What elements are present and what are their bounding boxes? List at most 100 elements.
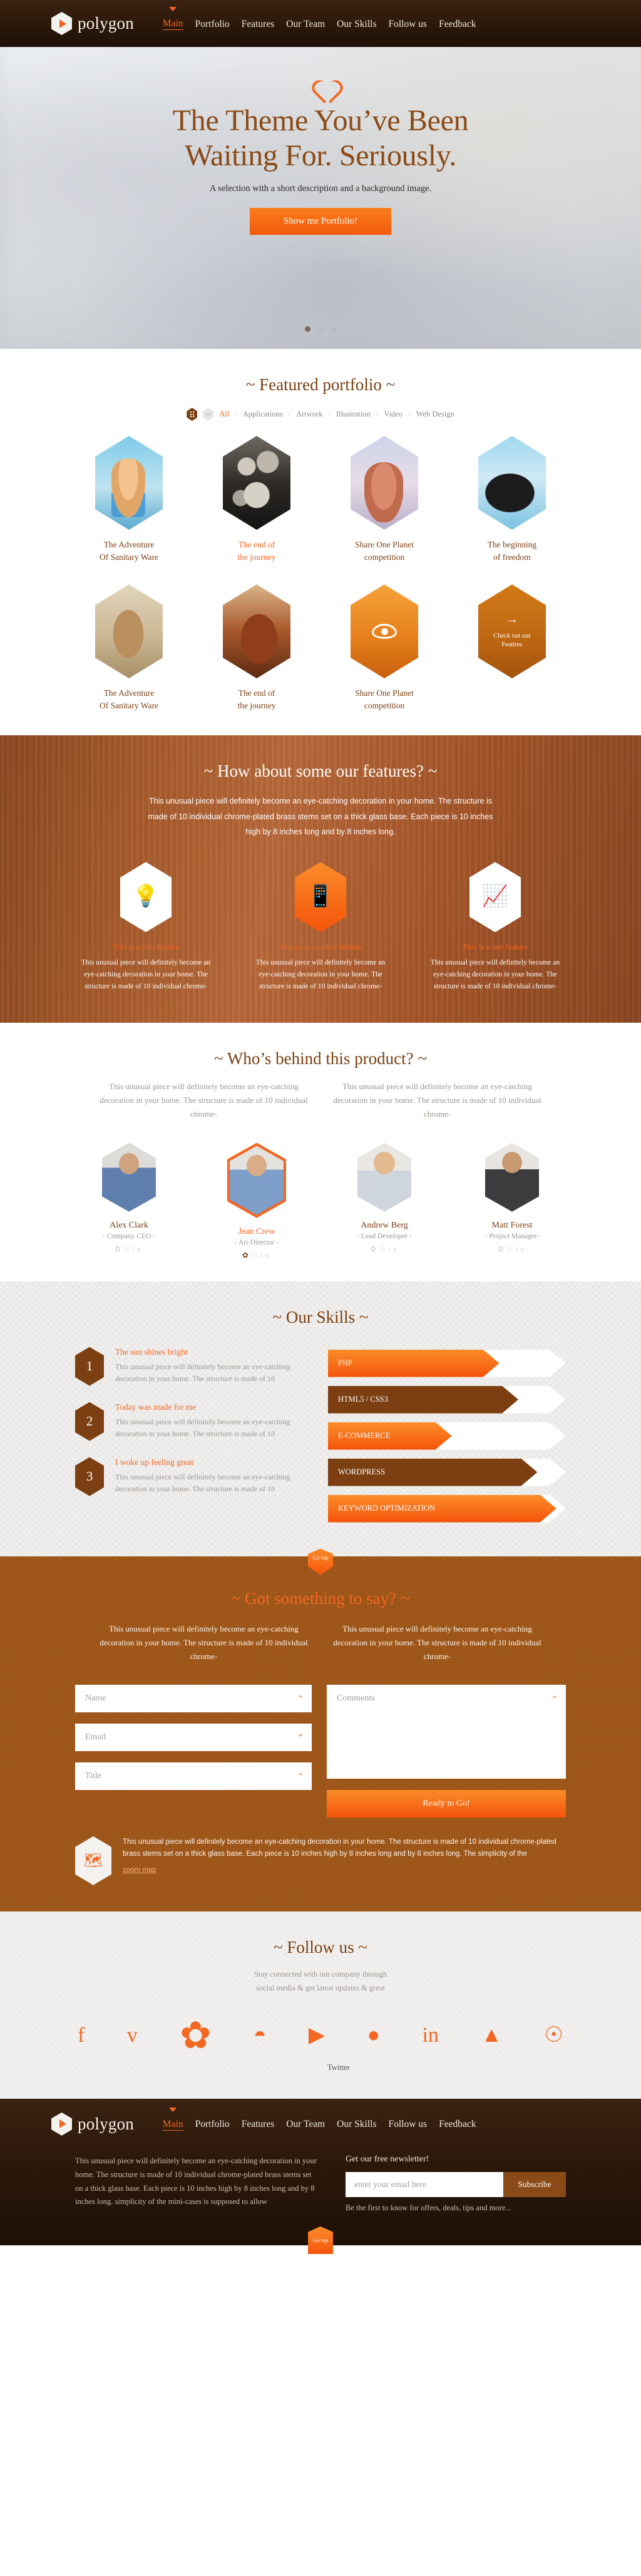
title-placeholder: Title [85,1771,101,1781]
portfolio-filters: ••• All / Applications / Artwork / Illus… [75,408,566,421]
portfolio-item[interactable]: The Adventure Of Sanitary Ware [75,436,183,563]
portfolio-item[interactable]: The end of the journey [203,436,310,563]
portfolio-item[interactable]: Share One Planet competition [331,584,438,711]
carousel-dot-1[interactable] [304,326,310,332]
youtube-icon[interactable]: ▶ [309,2024,325,2046]
member-social[interactable]: ✿☉in [458,1244,566,1254]
filter-applications[interactable]: Applications [243,410,283,419]
linkedin-icon[interactable]: in [516,1244,526,1253]
subscribe-button[interactable]: Subscribe [503,2171,566,2197]
filter-sep: / [376,410,379,418]
show-portfolio-button[interactable]: Show me Portfolio! [250,208,391,235]
nav-item-portfolio[interactable]: Portfolio [195,18,230,30]
dribbble-icon[interactable]: ● [367,2024,381,2046]
name-field[interactable]: Name * [75,1684,312,1712]
map-icon: 🗺 [75,1836,111,1885]
footer-logo[interactable]: polygon [51,2112,134,2136]
carousel-dots[interactable] [0,324,641,335]
social-icons-row: f v ✿ ◓ ▶ ● in ▲ ☉ [75,2017,566,2054]
portfolio-item[interactable]: The beginning of freedom [458,436,566,563]
linkedin-icon[interactable]: in [422,2024,438,2046]
more-line1: Check out our [493,632,531,639]
forrst-icon[interactable]: ▲ [481,2024,502,2046]
nav-item-main[interactable]: Main [162,17,183,30]
nav-item-feedback[interactable]: Feedback [439,18,476,30]
newsletter-email-input[interactable]: enter your email here [346,2171,503,2197]
twitter-icon[interactable]: ✿ [370,1244,379,1253]
footer-nav-item-features[interactable]: Features [242,2118,275,2130]
pinterest-icon[interactable]: ☉ [544,2024,563,2046]
footer-nav-item-main[interactable]: Main [162,2118,183,2131]
title-field[interactable]: Title * [75,1762,312,1790]
feature-card[interactable]: 💡 This is a first feature This unusual p… [75,862,217,993]
feature-text: This unusual piece will definitely becom… [255,959,386,991]
team-member[interactable]: Matt Forest - Project Manager- ✿☉in [458,1142,566,1260]
team-member[interactable]: Andrew Berg - Lead Developer - ✿☉in [331,1142,438,1260]
portfolio-thumbnail[interactable] [478,436,546,530]
portfolio-thumbnail[interactable] [351,584,418,679]
nav-item-our-team[interactable]: Our Team [286,18,325,30]
footer-nav-item-our-team[interactable]: Our Team [286,2118,325,2130]
pinterest-icon[interactable]: ☉ [379,1244,388,1253]
check-out-features-tile[interactable]: → Check out our Featires [478,584,546,679]
portfolio-thumbnail[interactable] [351,436,418,530]
footer-nav-item-our-skills[interactable]: Our Skills [337,2118,376,2130]
portfolio-thumbnail[interactable] [95,584,163,679]
pinterest-icon[interactable]: ☉ [123,1244,133,1253]
portfolio-item[interactable]: Share One Planet competition [331,436,438,563]
email-field[interactable]: Email * [75,1723,312,1751]
portfolio-thumbnail[interactable] [95,436,163,530]
ready-to-go-button[interactable]: Ready to Go! [327,1789,566,1818]
twitter-icon[interactable]: ✿ [242,1251,251,1260]
footer-nav-item-portfolio[interactable]: Portfolio [195,2118,230,2130]
filter-artwork[interactable]: Artwork [296,410,322,419]
pinterest-icon[interactable]: ☉ [506,1244,516,1253]
portfolio-item[interactable]: The Adventure Of Sanitary Ware [75,584,183,711]
rss-icon[interactable]: ◓ [254,2024,267,2046]
comments-field[interactable]: Comments * [327,1684,566,1779]
member-social[interactable]: ✿☉in [203,1251,310,1260]
avatar[interactable] [485,1142,539,1212]
footer-go-top-button[interactable]: Go top [308,2226,333,2254]
team-member[interactable]: Alex Clark - Company CEO - ✿☉in [75,1142,183,1260]
filter-illustration[interactable]: Illustration [336,410,371,419]
more-tile-text: Check out our Featires [493,632,531,649]
filter-video[interactable]: Video [384,410,403,419]
carousel-dot-2[interactable] [317,326,324,332]
linkedin-icon[interactable]: in [133,1244,143,1253]
grid-view-icon[interactable] [187,408,198,421]
nav-item-features[interactable]: Features [242,18,275,30]
nav-item-our-skills[interactable]: Our Skills [337,18,376,30]
portfolio-thumbnail[interactable] [223,584,290,679]
feature-card[interactable]: 📱 This is an another feature This unusua… [250,862,391,993]
team-member[interactable]: Jean Crew - Art-Director - ✿☉in [203,1142,310,1260]
pinterest-icon[interactable]: ☉ [251,1251,260,1260]
portfolio-more-item[interactable]: → Check out our Featires [458,584,566,711]
nav-item-follow-us[interactable]: Follow us [388,18,427,30]
filter-all[interactable]: All [219,410,229,419]
footer-nav-item-feedback[interactable]: Feedback [439,2118,476,2130]
zoom-map-link[interactable]: zoom map [123,1865,156,1877]
member-social[interactable]: ✿☉in [331,1244,438,1254]
avatar[interactable] [102,1142,156,1212]
twitter-icon[interactable]: ✿ [498,1244,506,1253]
filter-web-design[interactable]: Web Design [416,410,454,419]
list-view-icon[interactable]: ••• [203,408,214,421]
twitter-icon[interactable]: ✿ [115,1244,123,1253]
skill-bar: KEYWORD OPTIMIZATION [328,1494,566,1523]
linkedin-icon[interactable]: in [260,1251,271,1260]
vimeo-icon[interactable]: v [127,2024,138,2046]
portfolio-item[interactable]: The end of the journey [203,584,310,711]
portfolio-thumbnail[interactable] [223,436,290,530]
logo[interactable]: polygon [51,12,134,35]
feature-card[interactable]: 📈 This is a last feature This unusual pi… [424,862,566,993]
avatar[interactable] [357,1142,411,1212]
member-social[interactable]: ✿☉in [75,1244,183,1254]
facebook-icon[interactable]: f [78,2024,85,2046]
footer-nav-item-follow-us[interactable]: Follow us [388,2118,427,2130]
feature-text: This unusual piece will definitely becom… [81,959,211,991]
avatar[interactable] [230,1146,284,1215]
carousel-dot-3[interactable] [331,326,337,332]
twitter-icon[interactable]: ✿ [180,2017,211,2054]
linkedin-icon[interactable]: in [388,1244,399,1253]
